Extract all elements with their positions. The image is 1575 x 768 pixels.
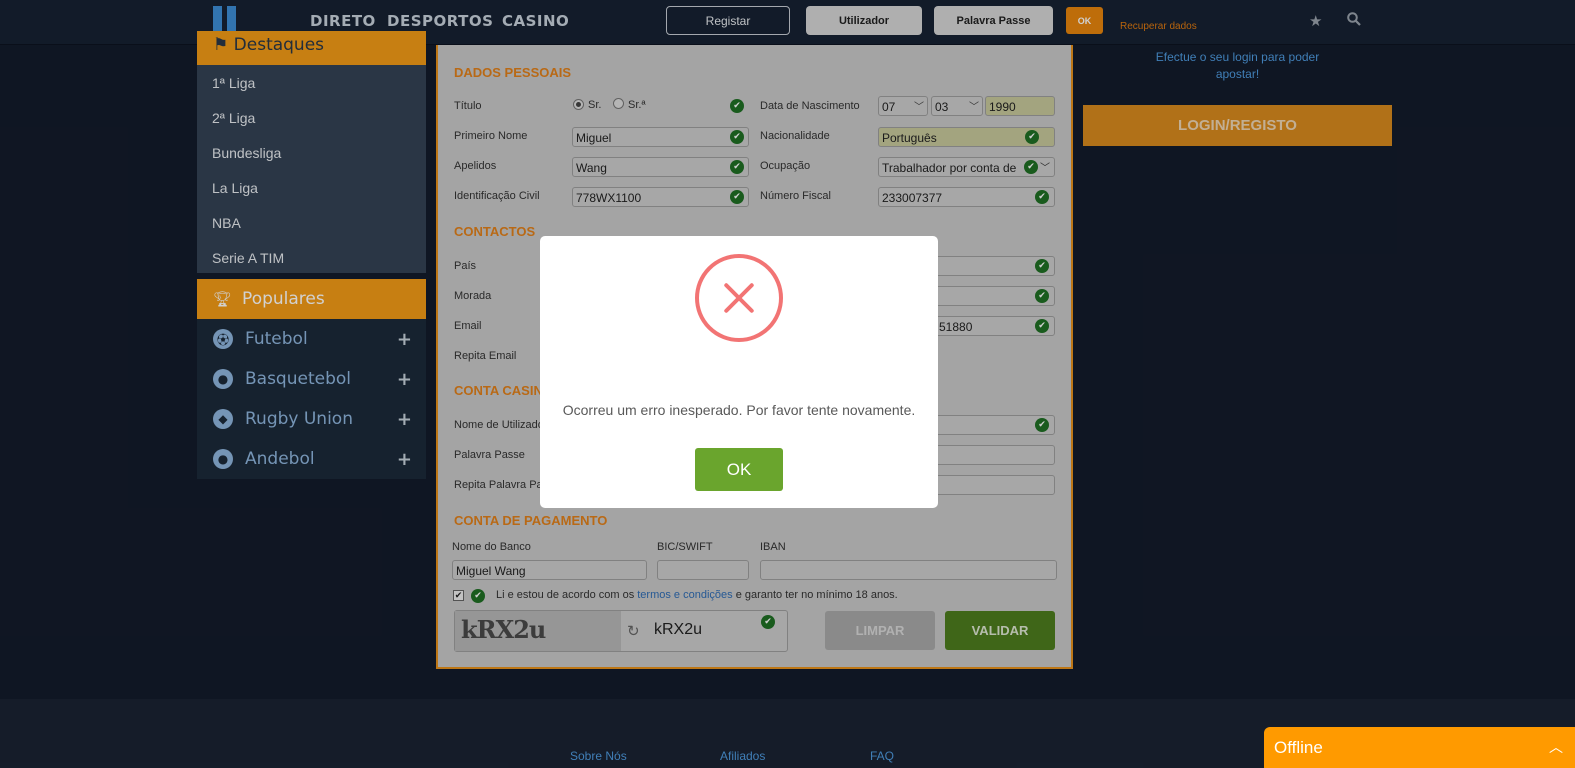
- error-icon: [695, 254, 783, 342]
- chat-status: Offline: [1274, 737, 1323, 757]
- dialog-ok-button[interactable]: OK: [695, 448, 783, 491]
- chat-widget[interactable]: Offline ︿: [1264, 727, 1575, 768]
- error-message: Ocorreu um erro inesperado. Por favor te…: [562, 402, 916, 418]
- error-dialog: Ocorreu um erro inesperado. Por favor te…: [540, 236, 938, 508]
- chevron-up-icon[interactable]: ︿: [1549, 737, 1563, 757]
